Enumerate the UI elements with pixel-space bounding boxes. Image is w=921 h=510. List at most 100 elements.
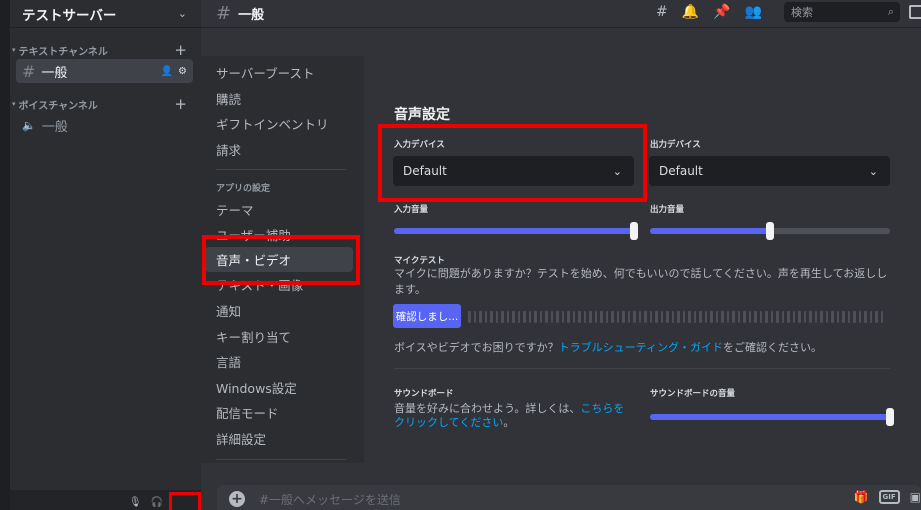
- meter-bar: [693, 311, 696, 323]
- chevron-down-icon: ⌄: [612, 164, 622, 178]
- meter-bar: [743, 311, 746, 323]
- meter-bar: [671, 311, 674, 323]
- section-title: 音声設定: [394, 107, 450, 123]
- gif-icon[interactable]: GIF: [878, 490, 900, 504]
- meter-bar: [677, 311, 680, 323]
- meter-bar: [490, 311, 493, 323]
- output-device-select[interactable]: Default ⌄: [649, 156, 890, 186]
- help-suffix: をご確認ください。: [723, 341, 823, 354]
- meter-bar: [831, 311, 834, 323]
- channel-item-general-voice[interactable]: 🔈 一般: [16, 113, 193, 137]
- nav-text-images[interactable]: テキスト・画像: [205, 272, 353, 297]
- soundboard-desc-suffix: 。: [503, 416, 515, 429]
- threads-icon[interactable]: #: [656, 4, 668, 20]
- members-icon[interactable]: 👥: [745, 4, 762, 20]
- meter-bar: [539, 311, 542, 323]
- inbox-icon[interactable]: [909, 5, 921, 19]
- meter-bar: [704, 311, 707, 323]
- nav-language[interactable]: 言語: [205, 349, 353, 374]
- output-volume-slider[interactable]: [650, 222, 890, 240]
- nav-advanced[interactable]: 詳細設定: [205, 426, 353, 451]
- meter-bar: [880, 311, 883, 323]
- nav-billing[interactable]: 請求: [205, 137, 353, 162]
- pin-icon[interactable]: 📌: [713, 4, 730, 20]
- nav-windows-settings[interactable]: Windows設定: [205, 375, 353, 400]
- input-volume-slider[interactable]: [394, 222, 638, 240]
- caret-down-icon: ▾: [12, 100, 16, 108]
- meter-bar: [528, 311, 531, 323]
- meter-bar: [853, 311, 856, 323]
- nav-notifications[interactable]: 通知: [205, 298, 353, 323]
- settings-sidebar: サーバーブースト 購読 ギフトインベントリ 請求 アプリの設定 テーマ ユーザー…: [201, 56, 364, 463]
- mic-icon[interactable]: 🎙: [129, 497, 142, 508]
- input-volume-handle[interactable]: [630, 222, 638, 240]
- search-input[interactable]: 検索 ⌕: [784, 2, 900, 22]
- voice-settings-panel: 音声設定 入力デバイス Default ⌄ 出力デバイス Default ⌄ 入…: [364, 28, 921, 463]
- chevron-down-icon: ⌄: [868, 164, 878, 178]
- meter-bar: [759, 311, 762, 323]
- meter-bar: [820, 311, 823, 323]
- meter-bar: [644, 311, 647, 323]
- meter-bar: [517, 311, 520, 323]
- meter-bar: [792, 311, 795, 323]
- mic-test-label: マイクテスト: [394, 256, 445, 266]
- input-device-select[interactable]: Default ⌄: [393, 156, 634, 186]
- nav-accessibility[interactable]: ユーザー補助: [205, 222, 353, 247]
- nav-voice-video[interactable]: 音声・ビデオ: [205, 247, 353, 272]
- meter-bar: [616, 311, 619, 323]
- meter-bar: [715, 311, 718, 323]
- meter-bar: [501, 311, 504, 323]
- meter-bar: [484, 311, 487, 323]
- meter-bar: [781, 311, 784, 323]
- meter-bar: [721, 311, 724, 323]
- server-list-edge: [0, 0, 10, 510]
- meter-bar: [556, 311, 559, 323]
- invite-icon[interactable]: 👤: [161, 66, 173, 77]
- message-input[interactable]: + #一般へメッセージを送信 🎁 GIF ▣: [217, 485, 921, 510]
- soundboard-description: 音量を好みに合わせよう。詳しくは、こちらをクリックしてください。: [394, 402, 634, 430]
- soundboard-label: サウンドボード: [394, 389, 454, 399]
- soundboard-volume-label: サウンドボードの音量: [650, 389, 736, 399]
- nav-gift-inventory[interactable]: ギフトインベントリ: [205, 111, 353, 136]
- mic-test-button[interactable]: 確認しまし...: [393, 304, 461, 328]
- gear-icon[interactable]: ⚙: [178, 66, 187, 77]
- sticker-icon[interactable]: ▣: [910, 490, 921, 504]
- nav-theme[interactable]: テーマ: [205, 197, 353, 222]
- meter-bar: [803, 311, 806, 323]
- soundboard-volume-handle[interactable]: [886, 408, 894, 426]
- category-voice-channels[interactable]: ▾ ボイスチャンネル +: [10, 95, 201, 113]
- meter-bar: [572, 311, 575, 323]
- add-channel-icon[interactable]: +: [174, 95, 187, 113]
- plus-icon[interactable]: +: [229, 491, 245, 507]
- meter-bar: [627, 311, 630, 323]
- troubleshooting-link[interactable]: トラブルシューティング・ガイド: [559, 341, 723, 354]
- soundboard-volume-slider[interactable]: [650, 408, 894, 426]
- nav-subscriptions[interactable]: 購読: [205, 86, 353, 111]
- meter-bar: [765, 311, 768, 323]
- nav-streamer-mode[interactable]: 配信モード: [205, 400, 353, 425]
- category-label: テキストチャンネル: [18, 46, 108, 58]
- nav-section-heading: アプリの設定: [216, 184, 271, 194]
- channel-item-general-text[interactable]: # 一般 👤 ⚙: [16, 59, 193, 83]
- nav-server-boost[interactable]: サーバーブースト: [205, 60, 353, 85]
- soundboard-volume-fill: [650, 414, 890, 420]
- category-text-channels[interactable]: ▾ テキストチャンネル +: [10, 41, 201, 59]
- nav-divider: [216, 459, 346, 460]
- gift-icon[interactable]: 🎁: [854, 490, 869, 504]
- add-channel-icon[interactable]: +: [174, 41, 187, 59]
- nav-keybinds[interactable]: キー割り当て: [205, 324, 353, 349]
- meter-bar: [814, 311, 817, 323]
- meter-bar: [523, 311, 526, 323]
- meter-bar: [468, 311, 471, 323]
- meter-bar: [473, 311, 476, 323]
- output-volume-handle[interactable]: [766, 222, 774, 240]
- meter-bar: [682, 311, 685, 323]
- meter-bar: [611, 311, 614, 323]
- user-settings-highlight[interactable]: [169, 492, 201, 510]
- category-label: ボイスチャンネル: [18, 100, 98, 112]
- meter-bar: [798, 311, 801, 323]
- server-header[interactable]: テストサーバー ⌄: [10, 0, 201, 28]
- bell-icon[interactable]: 🔔: [682, 4, 699, 20]
- meter-bar: [754, 311, 757, 323]
- headphones-icon[interactable]: 🎧: [151, 497, 163, 508]
